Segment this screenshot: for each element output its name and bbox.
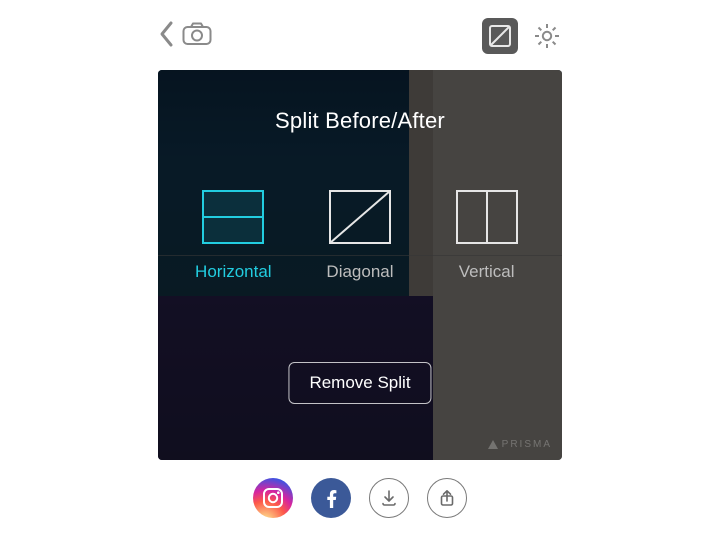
split-toggle-button[interactable]	[482, 18, 518, 54]
split-options: Horizontal Diagonal Vertical	[158, 190, 562, 282]
option-vertical[interactable]: Vertical	[432, 190, 542, 282]
share-bar	[0, 478, 720, 518]
watermark-text: PRISMA	[502, 439, 552, 450]
share-icon[interactable]	[427, 478, 467, 518]
top-toolbar	[158, 18, 562, 58]
diagonal-split-icon	[329, 190, 391, 244]
instagram-icon[interactable]	[253, 478, 293, 518]
vertical-split-icon	[456, 190, 518, 244]
option-horizontal[interactable]: Horizontal	[178, 190, 288, 282]
horizontal-split-icon	[202, 190, 264, 244]
panel-title: Split Before/After	[158, 108, 562, 134]
download-icon[interactable]	[369, 478, 409, 518]
option-label: Vertical	[459, 262, 515, 282]
option-label: Horizontal	[195, 262, 272, 282]
preview-panel: Split Before/After Horizontal Diagonal V…	[158, 70, 562, 460]
facebook-icon[interactable]	[311, 478, 351, 518]
watermark: PRISMA	[488, 439, 552, 450]
settings-icon[interactable]	[532, 21, 562, 51]
back-icon[interactable]	[158, 20, 176, 48]
remove-split-button[interactable]: Remove Split	[288, 362, 431, 404]
camera-icon[interactable]	[182, 22, 212, 46]
option-label: Diagonal	[326, 262, 393, 282]
option-diagonal[interactable]: Diagonal	[305, 190, 415, 282]
